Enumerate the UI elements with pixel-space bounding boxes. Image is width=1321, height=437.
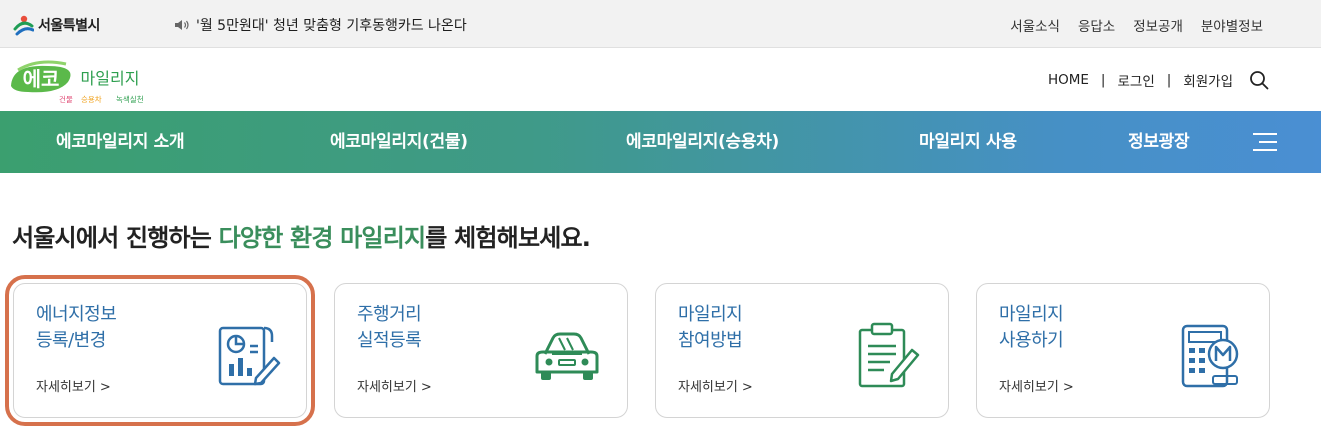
card-title-line1: 마일리지	[999, 304, 1064, 325]
hamburger-menu-icon[interactable]	[1252, 132, 1278, 152]
top-utility-bar: 서울특별시 '월 5만원대' 청년 맞춤형 기후동행카드 나온다 서울소식 응답…	[0, 0, 1321, 48]
headline-suffix: 를 체험해보세요.	[425, 224, 591, 252]
headline-prefix: 서울시에서 진행하는	[12, 224, 219, 252]
divider: |	[1100, 72, 1106, 88]
nav-item-eco-mileage-car[interactable]: 에코마일리지(승용차)	[626, 111, 779, 173]
nav-item-info-plaza[interactable]: 정보광장	[1128, 111, 1190, 173]
clipboard-pen-icon	[858, 322, 920, 388]
headline-highlight: 다양한 환경 마일리지	[218, 224, 426, 252]
card-driving-distance[interactable]: 주행거리 실적등록 자세히보기 >	[334, 283, 628, 418]
card-more-link[interactable]: 자세히보기 >	[357, 376, 432, 395]
card-energy-info[interactable]: 에너지정보 등록/변경 자세히보기 >	[5, 275, 315, 426]
card-title: 마일리지 참여방법	[678, 302, 743, 354]
section-headline: 서울시에서 진행하는 다양한 환경 마일리지를 체험해보세요.	[12, 218, 591, 253]
card-title-line1: 에너지정보	[36, 304, 117, 325]
top-link-field-info[interactable]: 분야별정보	[1201, 15, 1263, 35]
svg-text:마일리지: 마일리지	[81, 69, 140, 88]
speaker-icon	[175, 20, 189, 30]
card-title: 마일리지 사용하기	[999, 302, 1064, 354]
card-more-link[interactable]: 자세히보기 >	[36, 376, 111, 395]
join-link[interactable]: 회원가입	[1183, 70, 1233, 90]
card-more-link[interactable]: 자세히보기 >	[678, 376, 753, 395]
card-title: 에너지정보 등록/변경	[36, 302, 117, 354]
notice-text[interactable]: '월 5만원대' 청년 맞춤형 기후동행카드 나온다	[196, 15, 467, 35]
card-title-line2: 참여방법	[678, 330, 743, 351]
card-title: 주행거리 실적등록	[357, 302, 422, 354]
svg-text:승용차: 승용차	[81, 95, 102, 104]
svg-text:건물: 건물	[59, 94, 73, 104]
nav-item-eco-mileage-intro[interactable]: 에코마일리지 소개	[56, 111, 185, 173]
seoul-logo-text: 서울특별시	[38, 18, 100, 34]
card-mileage-use[interactable]: 마일리지 사용하기 자세히보기 >	[976, 283, 1270, 418]
top-link-info-disclosure[interactable]: 정보공개	[1133, 15, 1183, 35]
car-icon	[535, 332, 599, 380]
card-participation[interactable]: 마일리지 참여방법 자세히보기 >	[655, 283, 949, 418]
utility-menu: HOME | 로그인 | 회원가입	[1048, 70, 1269, 90]
seoul-logo[interactable]: 서울특별시	[12, 13, 100, 37]
card-title-line1: 마일리지	[678, 304, 743, 325]
home-link[interactable]: HOME	[1048, 72, 1089, 88]
divider: |	[1166, 72, 1172, 88]
seoul-symbol-icon	[13, 15, 34, 36]
eco-mileage-logo[interactable]: 에코 마일리지 건물 승용차 녹색실천	[8, 56, 160, 108]
notice-ticker[interactable]: '월 5만원대' 청년 맞춤형 기후동행카드 나온다	[174, 15, 467, 35]
top-link-response[interactable]: 응답소	[1078, 15, 1115, 35]
top-link-seoul-news[interactable]: 서울소식	[1010, 15, 1060, 35]
document-chart-icon	[218, 326, 281, 386]
svg-text:녹색실천: 녹색실천	[116, 94, 144, 104]
calculator-icon	[1181, 324, 1239, 388]
top-links: 서울소식 응답소 정보공개 분야별정보	[1010, 15, 1263, 35]
card-title-line2: 실적등록	[357, 330, 422, 351]
nav-item-eco-mileage-building[interactable]: 에코마일리지(건물)	[330, 111, 468, 173]
card-title-line2: 사용하기	[999, 330, 1064, 351]
card-title-line2: 등록/변경	[36, 330, 106, 351]
main-navigation: 에코마일리지 소개 에코마일리지(건물) 에코마일리지(승용차) 마일리지 사용…	[0, 111, 1321, 173]
brand-bar: 에코 마일리지 건물 승용차 녹색실천 HOME | 로그인 | 회원가입	[0, 48, 1321, 111]
search-icon[interactable]	[1249, 70, 1269, 90]
login-link[interactable]: 로그인	[1117, 70, 1154, 90]
nav-item-mileage-use[interactable]: 마일리지 사용	[919, 111, 1017, 173]
card-title-line1: 주행거리	[357, 304, 422, 325]
svg-text:에코: 에코	[23, 67, 60, 91]
card-more-link[interactable]: 자세히보기 >	[999, 376, 1074, 395]
